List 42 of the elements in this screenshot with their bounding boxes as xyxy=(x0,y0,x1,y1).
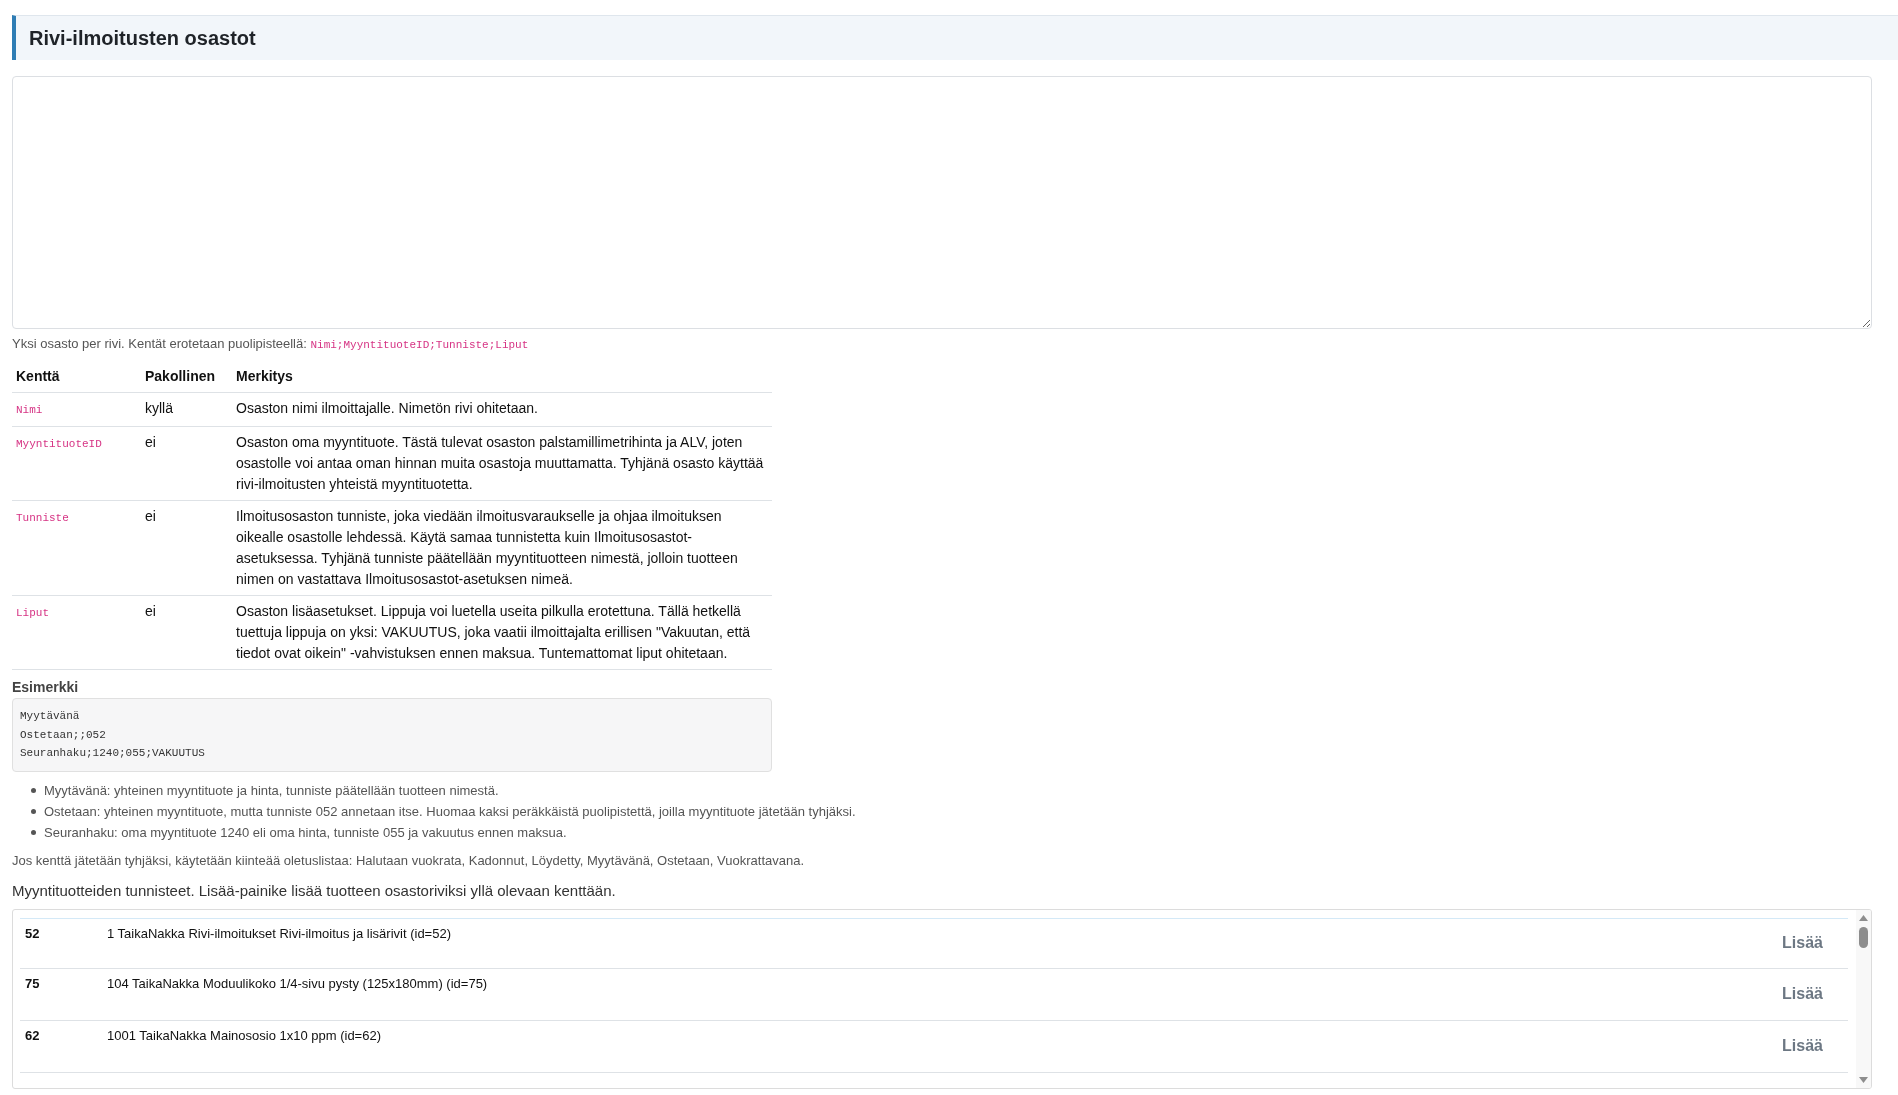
scroll-down-icon[interactable] xyxy=(1859,1076,1868,1083)
product-id: 75 xyxy=(25,974,41,993)
add-button[interactable]: Lisää xyxy=(1770,1030,1835,1062)
column-header: Pakollinen xyxy=(141,361,232,393)
description-cell: Osaston oma myyntituote. Tästä tulevat osaston palstamillimetrihinta ja ALV, joten osastolle voi antaa oman hinnan muita osastoja muuttamatta. Tyhjänä osasto käyttää rivi-ilmoitusten yhteistä myyntituotetta. xyxy=(232,426,772,501)
column-header: Merkitys xyxy=(232,361,772,393)
bullet-icon xyxy=(31,787,36,793)
example-label: Esimerkki xyxy=(12,678,80,696)
note-text: Seuranhaku: oma myyntituote 1240 eli oma hinta, tunniste 055 ja vakuutus ennen maksua. xyxy=(44,823,567,842)
field-name-cell: Liput xyxy=(12,595,141,670)
required-cell: ei xyxy=(141,500,232,596)
code-line: Seuranhaku;1240;055;VAKUUTUS xyxy=(20,746,206,761)
scroll-up-icon[interactable] xyxy=(1859,914,1868,921)
bullet-icon xyxy=(31,829,36,835)
products-intro-text: Myyntituotteiden tunnisteet. Lisää-painike lisää tuotteen osastoriviksi yllä olevaan kenttään. xyxy=(12,880,617,901)
scrollbar-track[interactable] xyxy=(1856,909,1871,1088)
add-button[interactable]: Lisää xyxy=(1770,978,1835,1010)
product-name: 1001 TaikaNakka Mainososio 1x10 ppm (id=62) xyxy=(107,1026,381,1045)
help-text: Yksi osasto per rivi. Kentät erotetaan puolipisteellä: Nimi;MyyntituoteID;Tunniste;Liput xyxy=(12,335,530,353)
code-line: Ostetaan;;052 xyxy=(20,727,107,743)
description-cell: Osaston lisäasetukset. Lippuja voi luetella useita pilkulla erotettuna. Tällä hetkellä tuettuja lippuja on yksi: VAKUUTUS, joka vaatii ilmoittajalta erillisen "Vakuutan, että tiedot ovat oikein" -vahvistuksen ennen maksua. Tuntemattomat liput ohitetaan. xyxy=(232,595,772,670)
field-name-cell: Tunniste xyxy=(12,500,141,596)
required-cell: ei xyxy=(141,426,232,501)
field-name-cell: MyyntituoteID xyxy=(12,426,141,501)
add-button[interactable]: Lisää xyxy=(1770,927,1835,959)
product-name: 1 TaikaNakka Rivi-ilmoitukset Rivi-ilmoitus ja lisärivit (id=52) xyxy=(107,924,451,943)
required-cell: kyllä xyxy=(141,392,232,427)
column-header: Kenttä xyxy=(12,361,141,393)
scrollbar-thumb[interactable] xyxy=(1859,926,1868,948)
description-cell: Ilmoitusosaston tunniste, joka viedään ilmoitusvaraukselle ja ohjaa ilmoituksen oikealle osastolle lehdessä. Käytä samaa tunnistetta kuin Ilmoitusosastot-asetuksessa. Tyhjänä tunniste päätellään myyntituotteen nimestä, jolloin tuotteen nimen on vastattava Ilmoitusosastot-asetuksen nimeä. xyxy=(232,500,772,596)
product-id: 62 xyxy=(25,1026,41,1045)
section-title: Rivi-ilmoitusten osastot xyxy=(29,26,256,50)
required-cell: ei xyxy=(141,595,232,670)
bullet-icon xyxy=(31,808,36,814)
product-name: 104 TaikaNakka Moduulikoko 1/4-sivu pysty (125x180mm) (id=75) xyxy=(107,974,488,993)
note-text: Ostetaan: yhteinen myyntituote, mutta tunniste 052 annetaan itse. Huomaa kaksi peräkkäistä puolipistettä, joilla myyntituote jätetään tyhjäksi. xyxy=(44,802,856,821)
product-id: 52 xyxy=(25,924,41,943)
code-line: Myytävänä xyxy=(20,709,81,724)
note-text: Myytävänä: yhteinen myyntituote ja hinta, tunniste päätellään tuotteen nimestä. xyxy=(44,781,499,800)
description-cell: Osaston nimi ilmoittajalle. Nimetön rivi ohitetaan. xyxy=(232,392,772,427)
default-list-note: Jos kenttä jätetään tyhjäksi, käytetään kiinteää oletuslistaa: Halutaan vuokrata, Kadonnut, Löydetty, Myytävänä, Ostetaan, Vuokrattavana. xyxy=(12,851,806,870)
field-name-cell: Nimi xyxy=(12,392,141,427)
